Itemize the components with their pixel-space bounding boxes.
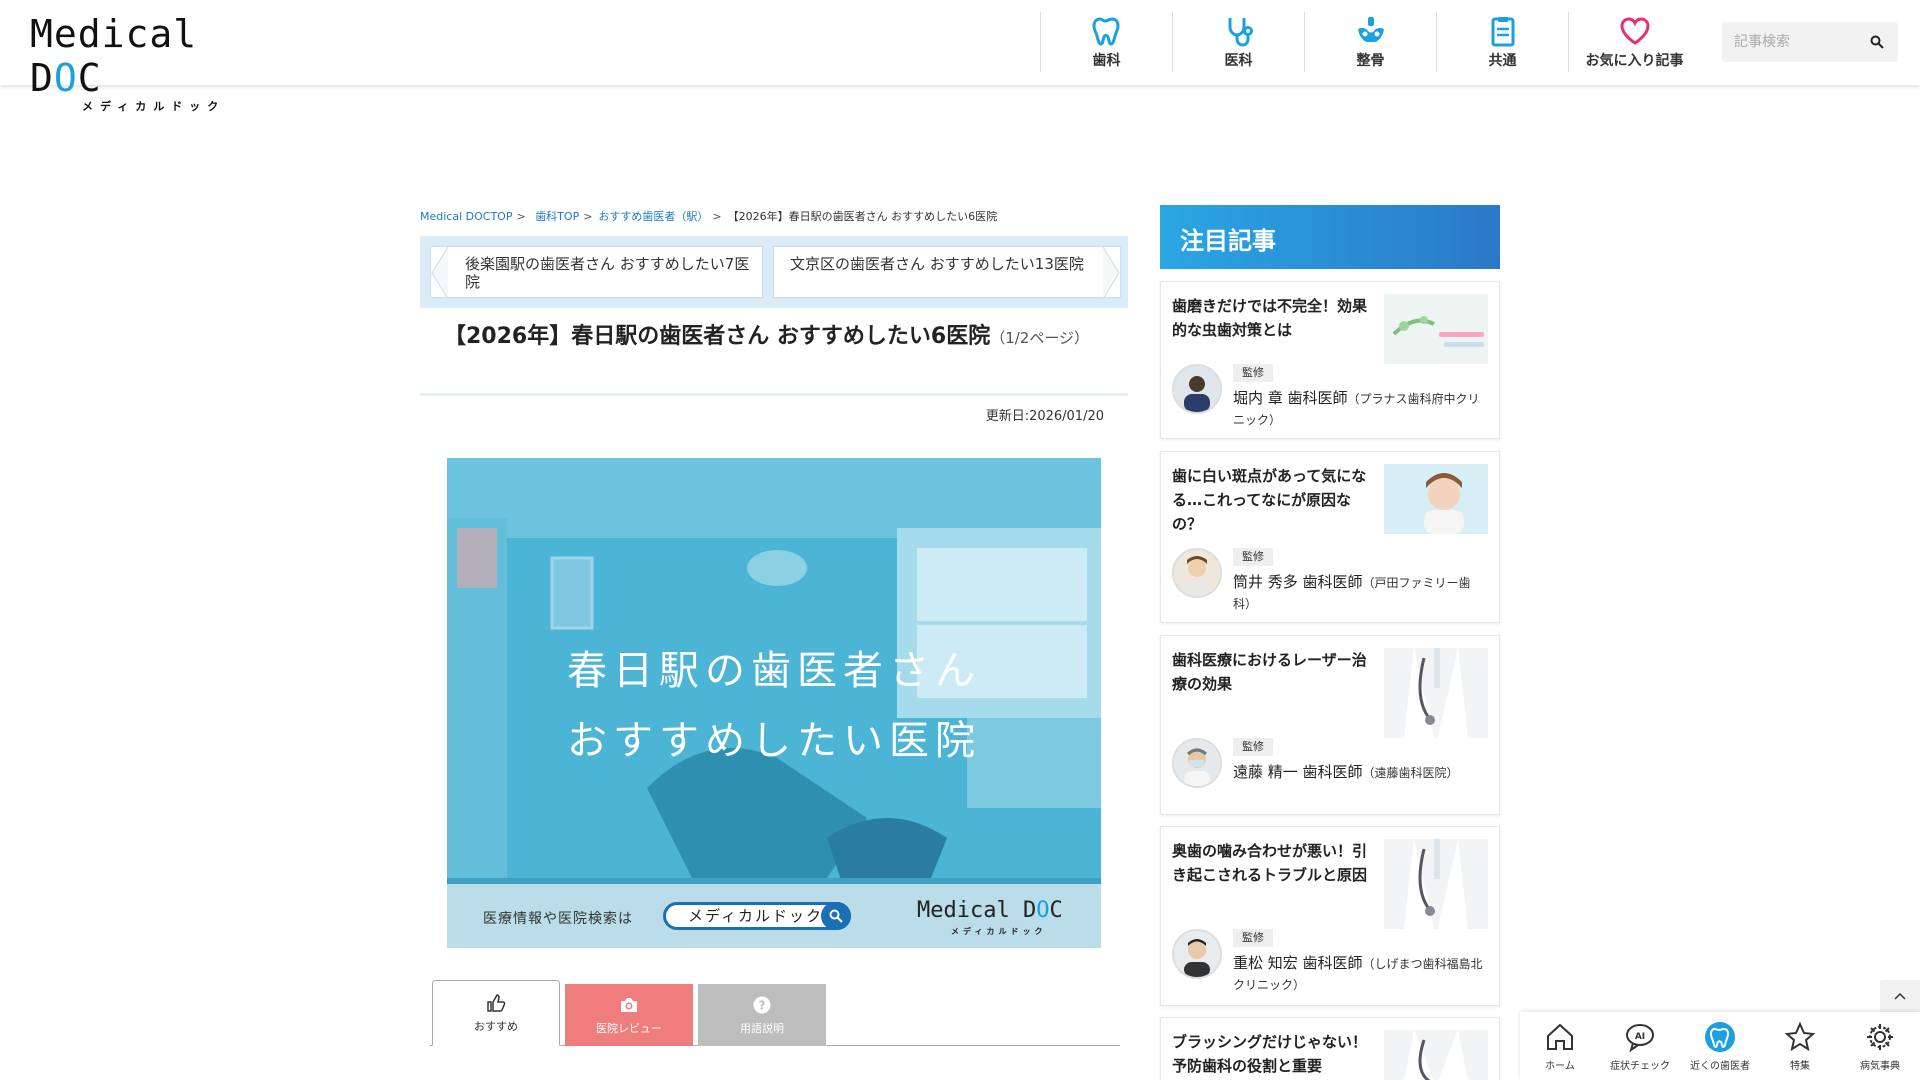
article-thumbnail: [1384, 648, 1488, 738]
bottom-nav-symptom-check[interactable]: AI 症状チェック: [1600, 1012, 1680, 1080]
featured-article-card[interactable]: 歯に白い斑点があって気になる…これってなにが原因なの？ 監修 筒井 秀多 歯科医…: [1160, 451, 1500, 623]
tab-glossary[interactable]: ? 用語説明: [698, 984, 826, 1046]
article-thumbnail: [1384, 1030, 1488, 1080]
site-header: Medical DOC メディカルドック 歯科 医科 整骨 共通 お気に入り記事: [0, 0, 1920, 113]
main-nav: 歯科 医科 整骨 共通 お気に入り記事: [1040, 12, 1700, 72]
featured-article-title: 歯磨きだけでは不完全！効果的な虫歯対策とは: [1172, 297, 1368, 339]
hero-logo: Medical DOC: [917, 898, 1063, 923]
supervisor-name: 遠藤 精一 歯科医師（遠藤歯科医院）: [1233, 763, 1459, 781]
content-tabs: おすすめ 医院レビュー ? 用語説明: [430, 980, 1120, 1046]
clipboard-icon: [1491, 16, 1514, 46]
logo-wordmark: Medical DOC: [30, 12, 198, 100]
supervisor-name: 堀内 章 歯科医師（プラナス歯科府中クリニック）: [1233, 389, 1480, 427]
nav-label: 歯科: [1092, 52, 1121, 69]
breadcrumb: Medical DOCTOP > 歯科TOP > おすすめ歯医者（駅） > 【2026年】…: [420, 210, 998, 223]
related-articles-nav: 後楽園駅の歯医者さん おすすめしたい7医院 文京区の歯医者さん おすすめしたい1…: [420, 236, 1128, 308]
site-logo[interactable]: Medical DOC メディカルドック: [30, 12, 270, 113]
avatar: [1172, 364, 1222, 414]
camera-icon: [621, 997, 637, 1012]
chevron-right-icon: [1103, 247, 1120, 299]
tab-recommended[interactable]: おすすめ: [432, 980, 560, 1046]
featured-article-title: 奥歯の噛み合わせが悪い！引き起こされるトラブルと原因: [1172, 842, 1368, 884]
breadcrumb-link[interactable]: 歯科TOP: [535, 210, 579, 223]
nav-medical[interactable]: 医科: [1172, 12, 1304, 72]
hero-banner-bar: 医療情報や医院検索は メディカルドック Medical DOC メディカルドック: [447, 884, 1101, 948]
home-icon: [1547, 1023, 1573, 1050]
featured-article-card[interactable]: 歯磨きだけでは不完全！効果的な虫歯対策とは 監修 堀内 章 歯科医師（プラナス歯…: [1160, 281, 1500, 439]
nav-label: 医科: [1224, 52, 1253, 69]
nav-favorites[interactable]: お気に入り記事: [1568, 12, 1700, 72]
next-article-title: 文京区の歯医者さん おすすめしたい13医院: [790, 255, 1084, 273]
updated-date: 更新日:2026/01/20: [985, 409, 1104, 424]
featured-article-title: 歯科医療におけるレーザー治療の効果: [1172, 651, 1367, 693]
bottom-nav-disease-dictionary[interactable]: 病気事典: [1840, 1012, 1920, 1080]
prev-article-title: 後楽園駅の歯医者さん おすすめしたい7医院: [465, 255, 750, 291]
gear-icon: [1867, 1023, 1893, 1050]
breadcrumb-link[interactable]: おすすめ歯医者（駅）: [598, 210, 708, 223]
article-header: 【2026年】春日駅の歯医者さん おすすめしたい6医院（1/2ページ）: [420, 322, 1128, 396]
featured-article-card[interactable]: 歯科医療におけるレーザー治療の効果 監修 遠藤 精一 歯科医師（遠藤歯科医院）: [1160, 635, 1500, 815]
ai-chat-icon: AI: [1626, 1023, 1654, 1052]
nav-osteopathy[interactable]: 整骨: [1304, 12, 1436, 72]
bottom-nav-features[interactable]: 特集: [1760, 1012, 1840, 1080]
avatar: [1172, 548, 1222, 598]
heart-icon: [1619, 16, 1650, 45]
supervisor-badge: 監修: [1233, 364, 1273, 382]
stethoscope-icon: [1228, 17, 1253, 47]
nav-dental[interactable]: 歯科: [1040, 12, 1172, 72]
supervisor-badge: 監修: [1233, 929, 1273, 947]
article-thumbnail: [1384, 464, 1488, 534]
nav-label: お気に入り記事: [1585, 52, 1684, 69]
next-article-link[interactable]: 文京区の歯医者さん おすすめしたい13医院: [773, 246, 1121, 299]
bottom-nav-bar: ホーム AI 症状チェック 近くの歯医者 特集 病気事典: [1520, 1012, 1920, 1080]
featured-articles-heading: 注目記事: [1160, 205, 1500, 269]
breadcrumb-link[interactable]: Medical DOCTOP: [420, 210, 512, 223]
tooth-icon: [1091, 16, 1120, 46]
thumbs-up-icon: [487, 993, 506, 1012]
hero-search-pill: メディカルドック: [663, 902, 851, 930]
supervisor-name: 重松 知宏 歯科医師（しげまつ歯科福島北クリニック）: [1233, 954, 1483, 992]
question-icon: ?: [753, 996, 771, 1013]
page-indicator: （1/2ページ）: [990, 329, 1090, 347]
featured-article-title: ブラッシングだけじゃない！予防歯科の役割と重要: [1172, 1033, 1368, 1075]
chevron-left-icon: [431, 247, 448, 299]
nav-label: 共通: [1488, 52, 1517, 69]
search-icon: [1870, 35, 1884, 49]
chevron-up-icon: [1894, 992, 1906, 1000]
prev-article-link[interactable]: 後楽園駅の歯医者さん おすすめしたい7医院: [430, 246, 763, 299]
tooth-icon: [1705, 1021, 1735, 1052]
hero-logo-subtitle: メディカルドック: [951, 927, 1047, 936]
avatar: [1172, 929, 1222, 979]
featured-article-card[interactable]: ブラッシングだけじゃない！予防歯科の役割と重要: [1160, 1017, 1500, 1080]
svg-text:?: ?: [759, 998, 766, 1012]
search-input[interactable]: [1722, 22, 1862, 62]
bottom-nav-nearby-dentist[interactable]: 近くの歯医者: [1680, 1012, 1760, 1080]
hero-search-icon: [821, 902, 851, 930]
bottom-nav-home[interactable]: ホーム: [1520, 1012, 1600, 1080]
supervisor-name: 筒井 秀多 歯科医師（戸田ファミリー歯科）: [1233, 573, 1471, 611]
star-icon: [1784, 1021, 1816, 1051]
nav-label: 整骨: [1356, 52, 1385, 69]
page-title: 【2026年】春日駅の歯医者さん おすすめしたい6医院（1/2ページ）: [444, 324, 1090, 349]
hero-image: 春日駅の歯医者さん おすすめしたい医院 医療情報や医院検索は メディカルドック …: [447, 458, 1101, 948]
supervisor-badge: 監修: [1233, 738, 1273, 756]
avatar: [1172, 738, 1222, 788]
breadcrumb-current: 【2026年】春日駅の歯医者さん おすすめしたい6医院: [727, 210, 998, 223]
article-search: [1722, 22, 1898, 62]
scroll-to-top-button[interactable]: [1880, 980, 1920, 1012]
article-thumbnail: [1384, 294, 1488, 364]
featured-article-card[interactable]: 奥歯の噛み合わせが悪い！引き起こされるトラブルと原因 監修 重松 知宏 歯科医師…: [1160, 826, 1500, 1006]
logo-subtitle: メディカルドック: [82, 100, 226, 113]
article-thumbnail: [1384, 839, 1488, 929]
search-button[interactable]: [1862, 22, 1892, 62]
hero-banner-text: 医療情報や医院検索は: [483, 911, 633, 927]
svg-text:AI: AI: [1635, 1032, 1645, 1042]
nav-common[interactable]: 共通: [1436, 12, 1568, 72]
supervisor-badge: 監修: [1233, 548, 1273, 566]
hero-heading: 春日駅の歯医者さん おすすめしたい医院: [567, 648, 981, 764]
pelvis-icon: [1357, 16, 1384, 42]
tab-clinic-review[interactable]: 医院レビュー: [565, 984, 693, 1046]
featured-article-title: 歯に白い斑点があって気になる…これってなにが原因なの？: [1172, 467, 1367, 533]
